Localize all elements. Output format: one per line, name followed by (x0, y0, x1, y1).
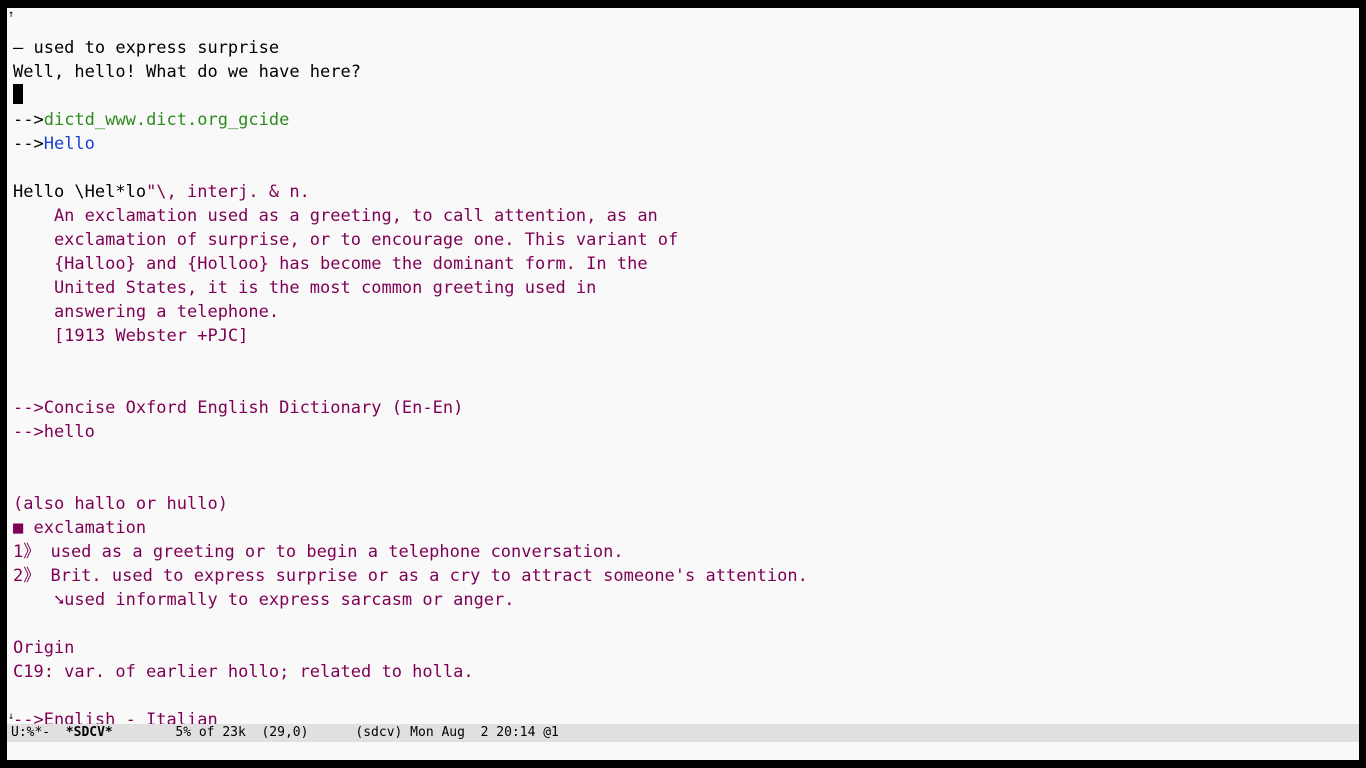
mode-line[interactable]: U:%*- *SDCV* 5% of 23k (29,0) (sdcv) Mon… (7, 724, 1359, 742)
text-line: "\, interj. & n. (146, 182, 310, 202)
dict-headword-link[interactable]: Hello (44, 134, 95, 154)
text-line: ■ exclamation (13, 518, 146, 538)
text-line: ➘used informally to express sarcasm or a… (13, 590, 515, 610)
text-line: An exclamation used as a greeting, to ca… (13, 206, 658, 226)
text-line: -->Concise Oxford English Dictionary (En… (13, 398, 463, 418)
text-line: Hello \Hel*lo (13, 182, 146, 202)
scroll-indicator-down: ↓ (8, 712, 14, 722)
buffer-name: *SDCV* (66, 725, 113, 740)
modeline-rest: 5% of 23k (29,0) (sdcv) Mon Aug 2 20:14 … (113, 725, 559, 740)
text-cursor (13, 84, 23, 104)
text-line: [1913 Webster +PJC] (13, 326, 248, 346)
text-line: exclamation of surprise, or to encourage… (13, 230, 678, 250)
text-line: — used to express surprise (13, 38, 279, 58)
text-line: (also hallo or hullo) (13, 494, 228, 514)
buffer-content[interactable]: — used to express surprise Well, hello! … (7, 12, 1359, 732)
dict-source-link[interactable]: dictd_www.dict.org_gcide (44, 110, 290, 130)
emacs-frame: ↑ ↓ — used to express surprise Well, hel… (7, 8, 1359, 760)
text-line: C19: var. of earlier hollo; related to h… (13, 662, 474, 682)
modeline-prefix: U:%*- (11, 725, 66, 740)
text-line: 2》 Brit. used to express surprise or as … (13, 566, 808, 586)
text-line: -->hello (13, 422, 95, 442)
text-line: answering a telephone. (13, 302, 279, 322)
minibuffer[interactable] (7, 742, 1359, 760)
text-line: United States, it is the most common gre… (13, 278, 596, 298)
text-line: Origin (13, 638, 74, 658)
scroll-indicator-up: ↑ (8, 10, 14, 20)
text-line: {Halloo} and {Holloo} has become the dom… (13, 254, 648, 274)
text-line: Well, hello! What do we have here? (13, 62, 361, 82)
arrow-prefix: --> (13, 110, 44, 130)
arrow-prefix: --> (13, 134, 44, 154)
text-line: 1》 used as a greeting or to begin a tele… (13, 542, 624, 562)
